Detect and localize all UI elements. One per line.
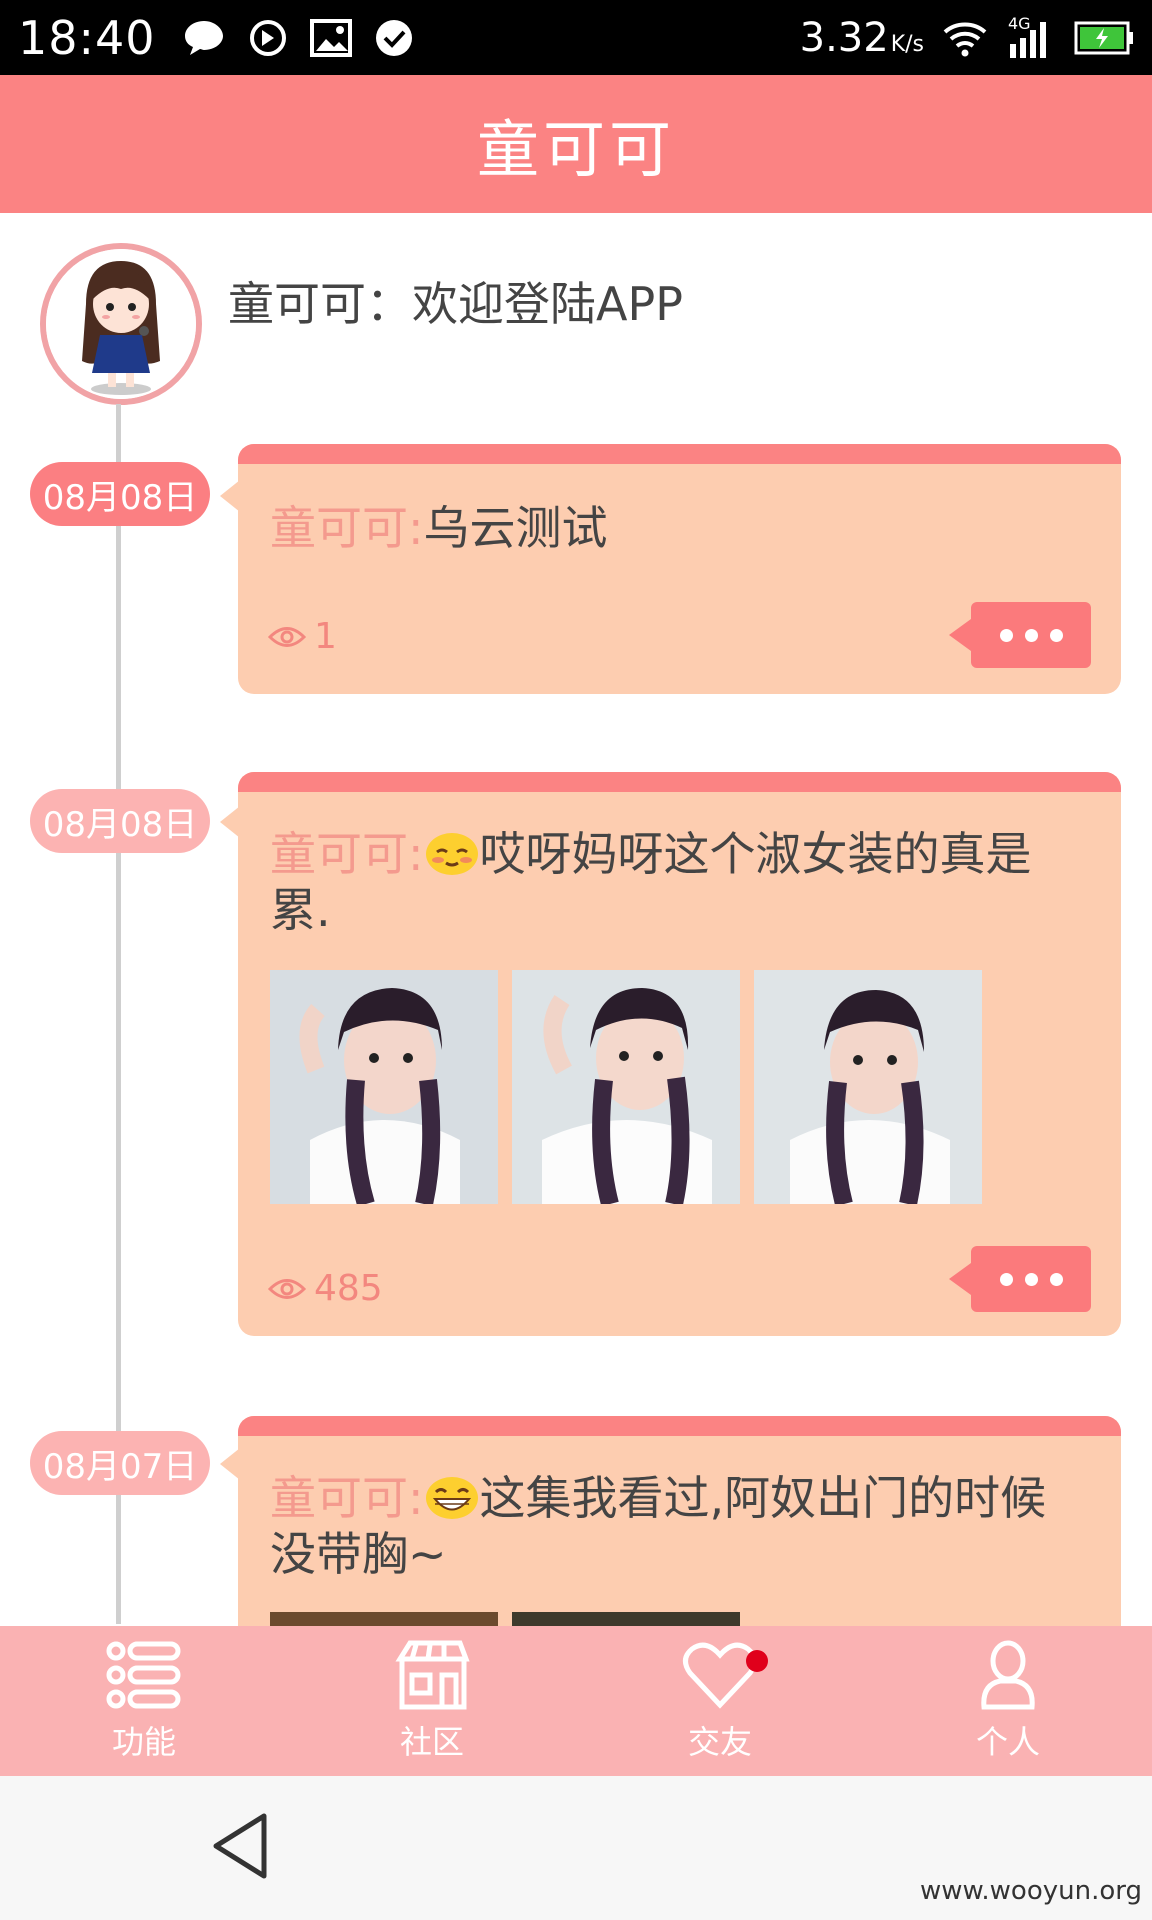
wifi-icon (943, 22, 987, 56)
avatar[interactable] (40, 243, 202, 405)
post-text: 童可可:乌云测试 (270, 500, 1091, 556)
date-badge: 08月08日 (30, 789, 210, 853)
post-photo[interactable] (754, 970, 982, 1204)
more-dot (1049, 1272, 1063, 1286)
nav-label: 交友 (687, 1723, 752, 1761)
grin-face-emoji (425, 1477, 478, 1519)
card-top-bar (238, 772, 1121, 792)
post-photo[interactable] (270, 970, 498, 1204)
date-badge: 08月07日 (30, 1431, 210, 1495)
card-pointer (220, 1448, 240, 1480)
post-card[interactable]: 童可可: 哎呀妈呀这个淑女装的真是累. 485 (238, 772, 1121, 1336)
card-top-bar (238, 444, 1121, 464)
nav-item-friends[interactable]: 交友 (576, 1626, 864, 1776)
more-dot (999, 1272, 1013, 1286)
person-icon (981, 1640, 1035, 1710)
status-right: 3.32K/s 4G (799, 14, 1134, 61)
view-count: 1 (268, 616, 337, 657)
view-count: 485 (268, 1268, 383, 1309)
heart-icon (683, 1642, 757, 1709)
menu-list-icon (106, 1641, 181, 1709)
battery-icon (1074, 21, 1133, 54)
view-count-value: 485 (314, 1268, 383, 1309)
more-dot (1024, 628, 1038, 642)
photo-grid (270, 1612, 740, 1626)
nav-label: 社区 (399, 1723, 464, 1761)
more-button[interactable] (949, 1246, 1091, 1312)
nav-item-profile[interactable]: 个人 (864, 1626, 1152, 1776)
post-card[interactable]: 童可可: 这集我看过,阿奴出门的时候没带胸~ (238, 1416, 1121, 1626)
post-author: 童可可: (270, 501, 424, 555)
view-count-value: 1 (314, 616, 337, 657)
check-icon (375, 19, 412, 56)
nav-label: 功能 (111, 1723, 176, 1761)
watermark: www.wooyun.org (919, 1876, 1142, 1906)
shy-face-emoji (425, 833, 478, 875)
more-dot (1024, 1272, 1038, 1286)
sync-icon (249, 19, 286, 56)
post-text: 童可可: 哎呀妈呀这个淑女装的真是累. (270, 826, 1091, 938)
post-photo[interactable] (270, 1612, 498, 1626)
signal-icon: 4G (1006, 14, 1056, 60)
notification-icons (182, 18, 414, 58)
eye-icon (268, 626, 306, 647)
post-author: 童可可: (270, 1471, 424, 1525)
post-card[interactable]: 童可可:乌云测试 1 (238, 444, 1121, 694)
post-author: 童可可: (270, 827, 424, 881)
nav-label: 个人 (975, 1723, 1040, 1761)
notification-badge (746, 1650, 768, 1672)
more-dot (1049, 628, 1063, 642)
post-text: 童可可: 这集我看过,阿奴出门的时候没带胸~ (270, 1470, 1091, 1582)
post-content: 乌云测试 (423, 501, 608, 555)
photo-grid (270, 970, 982, 1204)
status-time: 18:40 (18, 10, 156, 65)
bottom-nav: 功能 社区 交友 个人 (0, 1626, 1152, 1776)
date-badge: 08月08日 (30, 462, 210, 526)
card-pointer (220, 480, 240, 512)
storefront-icon (395, 1640, 470, 1710)
nav-item-community[interactable]: 社区 (288, 1626, 576, 1776)
card-pointer (220, 806, 240, 838)
app-header: 童可可 (0, 75, 1152, 213)
welcome-message: 童可可：欢迎登陆APP (228, 277, 683, 331)
network-speed: 3.32K/s (799, 14, 924, 61)
chat-icon (184, 20, 223, 55)
system-nav-bar: www.wooyun.org (0, 1776, 1152, 1920)
status-bar: 18:40 3.32K/s 4G (0, 0, 1152, 75)
image-icon (309, 18, 352, 57)
post-photo[interactable] (512, 1612, 740, 1626)
nav-item-functions[interactable]: 功能 (0, 1626, 288, 1776)
cartoon-girl-avatar (46, 249, 196, 399)
more-button[interactable] (949, 602, 1091, 668)
back-icon[interactable] (208, 1810, 272, 1882)
post-photo[interactable] (512, 970, 740, 1204)
page-title: 童可可 (476, 113, 675, 186)
card-top-bar (238, 1416, 1121, 1436)
eye-icon (268, 1278, 306, 1299)
more-dot (999, 628, 1013, 642)
